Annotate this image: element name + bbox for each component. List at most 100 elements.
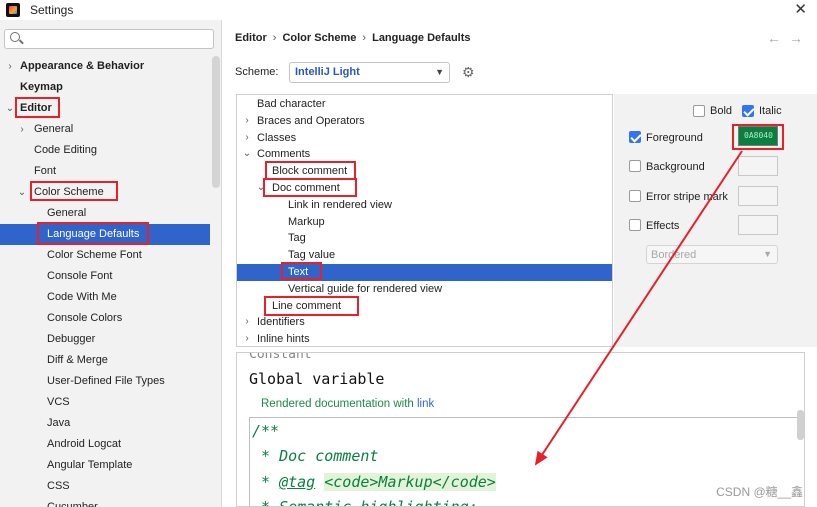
chevron-right-icon[interactable]: › (242, 314, 252, 331)
sidebar-item-color-scheme[interactable]: ⌄ Color Scheme (0, 182, 210, 203)
chevron-down-icon[interactable]: ⌄ (256, 180, 266, 197)
sidebar-scrollbar[interactable] (212, 56, 220, 188)
chevron-right-icon[interactable]: › (5, 56, 15, 77)
italic-checkbox[interactable] (742, 105, 754, 117)
sidebar-item-label: Color Scheme Font (47, 249, 142, 261)
tree-item-label: Tag (288, 232, 306, 245)
preview-global-variable: Global variable (249, 370, 385, 388)
sidebar-item-cucumber[interactable]: Cucumber (0, 497, 210, 507)
sidebar-item-editor[interactable]: ⌄ Editor (0, 98, 210, 119)
tree-item-label: Text (288, 265, 309, 278)
sidebar-item-code-with-me[interactable]: Code With Me (0, 287, 210, 308)
chevron-down-icon[interactable]: ⌄ (242, 146, 252, 163)
sidebar-item-label: Appearance & Behavior (20, 60, 145, 72)
tree-item-tag-value[interactable]: Tag value (237, 247, 612, 264)
sidebar-item-appearance-behavior[interactable]: › Appearance & Behavior (0, 56, 210, 77)
effects-type-dropdown[interactable]: Bordered ▼ (646, 245, 778, 264)
bold-label: Bold (710, 105, 733, 117)
gear-icon[interactable]: ⚙ (462, 64, 475, 81)
foreground-color-value: 0A8040 (744, 131, 773, 140)
breadcrumb-separator: › (362, 32, 367, 44)
chevron-right-icon[interactable]: › (242, 113, 252, 130)
tree-item-braces-and-operators[interactable]: › Braces and Operators (237, 113, 612, 130)
tree-item-label: Bad character (257, 98, 326, 110)
chevron-down-icon[interactable]: ⌄ (17, 182, 27, 203)
tree-item-link-in-rendered-view[interactable]: Link in rendered view (237, 197, 612, 214)
tree-item-label: Classes (257, 131, 297, 144)
attribute-properties: Bold Italic Foreground 0A8040 Background… (614, 94, 817, 347)
sidebar-item-label: Diff & Merge (47, 354, 108, 366)
sidebar-item-language-defaults[interactable]: Language Defaults (0, 224, 210, 245)
tree-item-text[interactable]: Text (237, 263, 612, 281)
search-box[interactable] (4, 29, 214, 49)
scheme-dropdown[interactable]: IntelliJ Light ▼ (289, 62, 450, 83)
tree-item-tag[interactable]: Tag (237, 230, 612, 247)
title-bar: Settings ✕ (0, 0, 817, 20)
foreground-label: Foreground (646, 132, 703, 144)
sidebar-item-android-logcat[interactable]: Android Logcat (0, 434, 210, 455)
tree-item-identifiers[interactable]: › Identifiers (237, 314, 612, 331)
forward-arrow-icon[interactable]: → (789, 30, 803, 46)
tree-item-bad-character[interactable]: Bad character (237, 96, 612, 113)
breadcrumb-editor[interactable]: Editor (235, 32, 267, 44)
effects-color-swatch[interactable] (738, 215, 778, 235)
background-label: Background (646, 161, 705, 173)
error-stripe-color-swatch[interactable] (738, 186, 778, 206)
background-color-swatch[interactable] (738, 156, 778, 176)
foreground-color-swatch[interactable]: 0A8040 (738, 126, 778, 146)
tree-item-label: Comments (257, 148, 311, 161)
sidebar-item-debugger[interactable]: Debugger (0, 329, 210, 350)
breadcrumb: Editor › Color Scheme › Language Defaults (235, 32, 471, 44)
tree-item-block-comment[interactable]: Block comment (237, 163, 612, 180)
sidebar-item-font[interactable]: Font (0, 161, 210, 182)
tree-item-doc-comment[interactable]: ⌄ Doc comment (237, 180, 612, 197)
back-arrow-icon[interactable]: ← (767, 30, 781, 46)
code-line: * @tag <code>Markup</code> (252, 473, 496, 491)
attribute-tree: Bad character › Braces and Operators › Class… (236, 94, 613, 347)
error-stripe-checkbox[interactable] (629, 190, 641, 202)
tree-item-comments[interactable]: ⌄ Comments (237, 146, 612, 163)
close-icon[interactable]: ✕ (794, 0, 807, 18)
code-line: * Doc comment (252, 447, 379, 465)
sidebar-item-user-defined-file-types[interactable]: User-Defined File Types (0, 371, 210, 392)
chevron-down-icon[interactable]: ⌄ (5, 98, 15, 119)
sidebar-item-css[interactable]: CSS (0, 476, 210, 497)
search-icon (10, 32, 20, 42)
tree-item-inline-hints[interactable]: › Inline hints (237, 331, 612, 346)
sidebar-item-color-scheme-font[interactable]: Color Scheme Font (0, 245, 210, 266)
tree-item-label: Vertical guide for rendered view (288, 282, 443, 295)
sidebar-item-label: Debugger (47, 333, 96, 345)
sidebar-item-console-colors[interactable]: Console Colors (0, 308, 210, 329)
rendered-doc-link[interactable]: link (417, 398, 434, 410)
tree-item-line-comment[interactable]: Line comment (237, 298, 612, 315)
search-input[interactable] (27, 31, 211, 47)
chevron-right-icon[interactable]: › (242, 130, 252, 147)
sidebar-item-label: User-Defined File Types (47, 375, 165, 387)
sidebar-item-java[interactable]: Java (0, 413, 210, 434)
tree-item-label: Block comment (272, 165, 348, 178)
sidebar-item-keymap[interactable]: Keymap (0, 77, 210, 98)
foreground-checkbox[interactable] (629, 131, 641, 143)
breadcrumb-language-defaults: Language Defaults (372, 32, 471, 44)
sidebar-item-diff-merge[interactable]: Diff & Merge (0, 350, 210, 371)
chevron-right-icon[interactable]: › (242, 331, 252, 346)
sidebar-item-console-font[interactable]: Console Font (0, 266, 210, 287)
tree-item-classes[interactable]: › Classes (237, 130, 612, 147)
tree-item-vertical-guide-for-rendered-view[interactable]: Vertical guide for rendered view (237, 281, 612, 298)
sidebar-item-angular-template[interactable]: Angular Template (0, 455, 210, 476)
effects-checkbox[interactable] (629, 219, 641, 231)
background-checkbox[interactable] (629, 160, 641, 172)
bold-checkbox[interactable] (693, 105, 705, 117)
italic-label: Italic (759, 105, 782, 117)
preview-scrollbar[interactable] (797, 410, 804, 440)
nav-arrows: ← → (759, 30, 803, 46)
tree-item-markup[interactable]: Markup (237, 214, 612, 231)
sidebar-item-code-editing[interactable]: Code Editing (0, 140, 210, 161)
breadcrumb-separator: › (272, 32, 277, 44)
sidebar-item-general[interactable]: General (0, 203, 210, 224)
sidebar-item-vcs[interactable]: VCS (0, 392, 210, 413)
chevron-right-icon[interactable]: › (17, 119, 27, 140)
preview-rendered-doc: Rendered documentation with link (261, 398, 434, 410)
sidebar-item-general[interactable]: › General (0, 119, 210, 140)
breadcrumb-color-scheme[interactable]: Color Scheme (282, 32, 356, 44)
